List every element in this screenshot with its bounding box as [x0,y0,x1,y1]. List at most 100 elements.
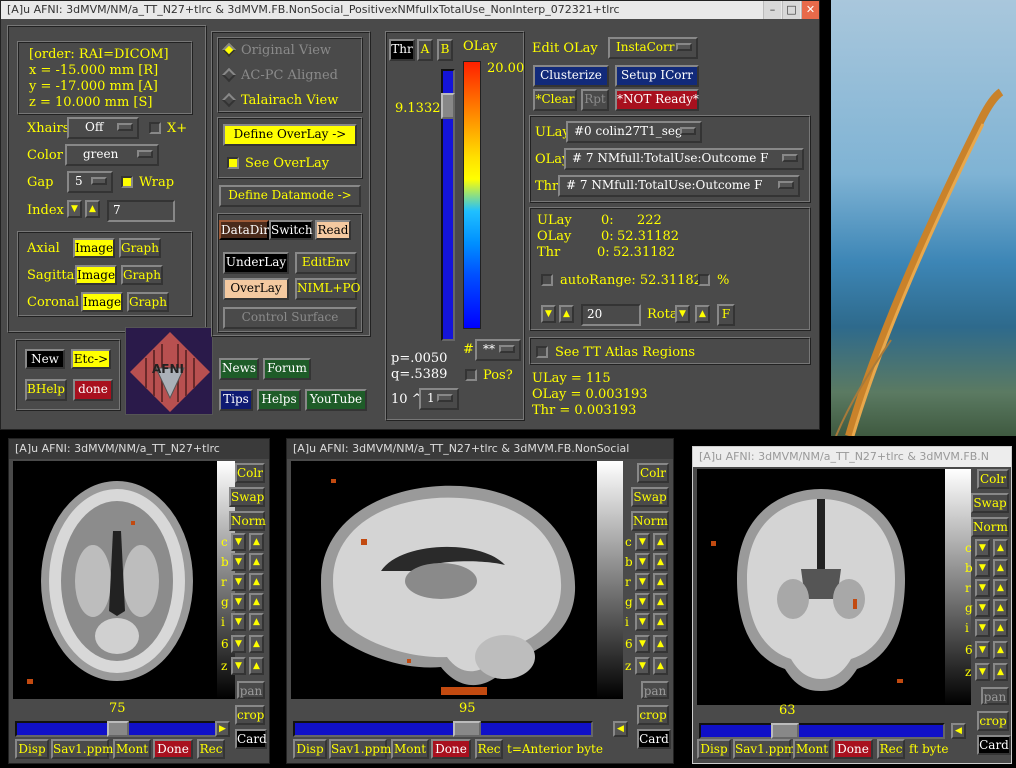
six-down-arrow[interactable]: ▼ [975,641,990,659]
wrap-checkbox[interactable] [121,176,133,188]
range-down-arrow[interactable]: ▼ [541,305,556,323]
editenv-button[interactable]: EditEnv [295,252,357,274]
card-button[interactable]: Card [977,735,1011,755]
minimize-icon[interactable]: – [763,1,781,19]
rota-up-arrow[interactable]: ▲ [695,305,710,323]
z-down-arrow[interactable]: ▼ [231,657,246,675]
helps-button[interactable]: Helps [257,389,301,411]
autorange-checkbox[interactable] [541,274,553,286]
threshold-slider-knob[interactable] [441,93,455,119]
coronal-slider-left-arrow[interactable]: ◀ [951,723,966,739]
sav-button[interactable]: Sav1.ppm [51,739,113,759]
i-down-arrow[interactable]: ▼ [231,613,246,631]
acpc-label[interactable]: AC-PC Aligned [241,68,338,83]
c-up-arrow[interactable]: ▲ [249,533,264,551]
sagittal-image-viewport[interactable] [291,461,597,699]
index-field[interactable]: 7 [107,200,175,222]
b-tab[interactable]: B [437,39,453,61]
coronal-slice-knob[interactable] [771,723,799,739]
percent-checkbox[interactable] [698,274,710,286]
a-tab[interactable]: A [417,39,433,61]
sagittal-window-titlebar[interactable]: [A]u AFNI: 3dMVM/NM/a_TT_N27+tlrc & 3dMV… [287,439,673,459]
g-down-arrow[interactable]: ▼ [975,599,990,617]
tips-button[interactable]: Tips [219,389,253,411]
i-down-arrow[interactable]: ▼ [975,619,990,637]
bhelp-button[interactable]: BHelp [25,379,67,401]
sagittal-image-button[interactable]: Image [75,265,117,285]
ulay-select[interactable]: #0 colin27T1_seg [566,121,702,143]
olay-colorbar[interactable] [463,61,481,329]
gap-menu[interactable]: 5 [67,171,113,193]
six-up-arrow[interactable]: ▲ [249,635,264,653]
z-up-arrow[interactable]: ▲ [653,657,668,675]
b-down-arrow[interactable]: ▼ [635,553,650,571]
crop-button[interactable]: crop [637,705,669,725]
setup-icorr-button[interactable]: Setup ICorr [615,65,699,87]
coord-order[interactable]: [order: RAI=DICOM] [29,47,169,62]
c-down-arrow[interactable]: ▼ [635,533,650,551]
color-menu[interactable]: green [65,144,159,166]
swap-button[interactable]: Swap [631,487,669,507]
rec-button[interactable]: Rec [197,739,225,759]
rec-button[interactable]: Rec [475,739,503,759]
close-icon[interactable]: ✕ [801,1,819,19]
i-down-arrow[interactable]: ▼ [635,613,650,631]
image-done-button[interactable]: Done [431,739,471,759]
not-ready-button[interactable]: *NOT Ready* [615,89,699,111]
c-up-arrow[interactable]: ▲ [993,539,1008,557]
pan-button[interactable]: pan [981,687,1009,705]
image-done-button[interactable]: Done [833,739,873,759]
g-up-arrow[interactable]: ▲ [653,593,668,611]
disp-button[interactable]: Disp [293,739,327,759]
read-button[interactable]: Read [315,220,351,240]
disp-button[interactable]: Disp [697,739,731,759]
sav-button[interactable]: Sav1.ppm [329,739,391,759]
c-down-arrow[interactable]: ▼ [231,533,246,551]
b-down-arrow[interactable]: ▼ [231,553,246,571]
coronal-image-viewport[interactable] [697,469,945,705]
define-overlay-button[interactable]: Define OverLay -> [223,124,357,146]
disp-button[interactable]: Disp [15,739,49,759]
coronal-slice-slider[interactable] [699,723,945,739]
xplus-checkbox[interactable] [149,122,161,134]
sagittal-slice-slider[interactable] [293,721,593,737]
six-down-arrow[interactable]: ▼ [231,635,246,653]
six-up-arrow[interactable]: ▲ [993,641,1008,659]
norm-button[interactable]: Norm [631,511,669,531]
sagittal-slice-knob[interactable] [453,721,481,737]
mont-button[interactable]: Mont [793,739,831,759]
youtube-button[interactable]: YouTube [305,389,367,411]
clusterize-button[interactable]: Clusterize [533,65,609,87]
g-up-arrow[interactable]: ▲ [249,593,264,611]
xhairs-menu[interactable]: Off [67,117,139,139]
rpt-button[interactable]: Rpt [581,89,609,111]
i-up-arrow[interactable]: ▲ [993,619,1008,637]
axial-graph-button[interactable]: Graph [119,238,161,258]
norm-button[interactable]: Norm [229,511,266,531]
z-down-arrow[interactable]: ▼ [635,657,650,675]
pos-checkbox[interactable] [465,369,477,381]
colr-button[interactable]: Colr [637,463,669,483]
six-up-arrow[interactable]: ▲ [653,635,668,653]
see-overlay-checkbox[interactable] [227,157,239,169]
pan-button[interactable]: pan [237,681,265,699]
olay-select[interactable]: # 7 NMfull:TotalUse:Outcome F [564,148,804,170]
instacorr-menu[interactable]: InstaCorr [608,37,698,59]
z-up-arrow[interactable]: ▲ [993,663,1008,681]
r-down-arrow[interactable]: ▼ [635,573,650,591]
i-up-arrow[interactable]: ▲ [249,613,264,631]
pan-button[interactable]: pan [641,681,669,699]
axial-slice-knob[interactable] [107,721,129,737]
rota-down-arrow[interactable]: ▼ [675,305,690,323]
card-button[interactable]: Card [235,729,267,749]
colr-button[interactable]: Colr [977,469,1009,489]
b-up-arrow[interactable]: ▲ [993,559,1008,577]
coronal-window-titlebar[interactable]: [A]u AFNI: 3dMVM/NM/a_TT_N27+tlrc & 3dMV… [693,447,1011,467]
new-button[interactable]: New [25,349,65,369]
switch-button[interactable]: Switch [269,220,313,240]
i-up-arrow[interactable]: ▲ [653,613,668,631]
original-view-label[interactable]: Original View [241,43,331,58]
b-down-arrow[interactable]: ▼ [975,559,990,577]
r-down-arrow[interactable]: ▼ [231,573,246,591]
c-up-arrow[interactable]: ▲ [653,533,668,551]
